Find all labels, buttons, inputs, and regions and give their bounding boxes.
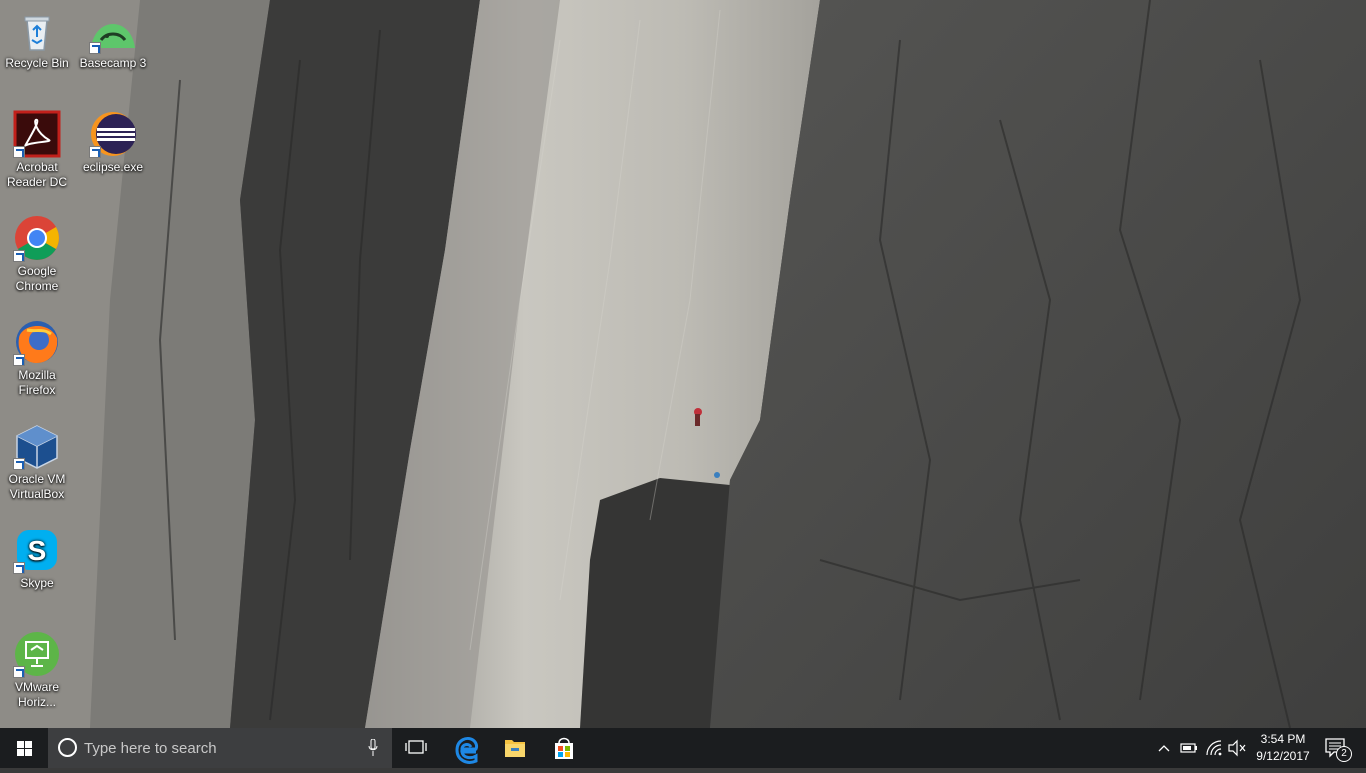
file-explorer-icon	[505, 740, 525, 757]
desktop-icon-skype[interactable]: S Skype	[0, 520, 74, 591]
desktop-icon-virtualbox[interactable]: Oracle VM VirtualBox	[0, 416, 74, 502]
shortcut-arrow-icon	[89, 42, 101, 54]
task-view-icon	[405, 740, 427, 754]
clock-date: 9/12/2017	[1256, 749, 1310, 763]
chrome-icon	[13, 214, 61, 262]
desktop-icon-firefox[interactable]: Mozilla Firefox	[0, 312, 74, 398]
desktop-icon-label: Recycle Bin	[5, 56, 69, 70]
volume-button[interactable]	[1226, 728, 1248, 768]
cortana-icon	[58, 738, 77, 757]
desktop-wallpaper	[0, 0, 1366, 728]
store-button[interactable]	[540, 728, 588, 768]
desktop-icon-chrome[interactable]: Google Chrome	[0, 208, 74, 294]
desktop-icon-acrobat[interactable]: Acrobat Reader DC	[0, 104, 74, 190]
task-view-button[interactable]	[392, 728, 440, 768]
battery-button[interactable]	[1178, 728, 1200, 768]
shortcut-arrow-icon	[13, 562, 25, 574]
shortcut-arrow-icon	[13, 458, 25, 470]
network-button[interactable]	[1203, 728, 1225, 768]
windows-logo-icon	[17, 741, 33, 756]
basecamp-icon	[89, 6, 137, 54]
vmware-horizon-icon	[13, 630, 61, 678]
battery-icon	[1180, 743, 1197, 753]
virtualbox-icon	[13, 422, 61, 470]
store-icon	[555, 737, 573, 759]
clock[interactable]: 3:54 PM 9/12/2017	[1250, 728, 1316, 768]
firefox-icon	[13, 318, 61, 366]
skype-icon: S	[13, 526, 61, 574]
taskbar: Type here to search 3:54 PM 9/12/2017 2	[0, 728, 1366, 768]
search-box[interactable]: Type here to search	[48, 728, 392, 768]
chevron-up-icon	[1158, 745, 1170, 752]
desktop-icon-recycle-bin[interactable]: Recycle Bin	[0, 0, 74, 71]
eclipse-icon	[89, 110, 137, 158]
clock-time: 3:54 PM	[1260, 732, 1306, 746]
acrobat-icon	[13, 110, 61, 158]
shortcut-arrow-icon	[13, 354, 25, 366]
recycle-bin-icon	[13, 6, 61, 54]
action-center-button[interactable]: 2	[1318, 728, 1358, 768]
desktop-icon-label: VMware Horiz...	[14, 680, 59, 709]
desktop-icon-label: eclipse.exe	[82, 160, 144, 174]
search-placeholder: Type here to search	[84, 740, 217, 757]
shortcut-arrow-icon	[13, 146, 25, 158]
show-hidden-icons-button[interactable]	[1154, 728, 1174, 768]
desktop-icon-eclipse[interactable]: eclipse.exe	[76, 104, 150, 175]
desktop-icon-label: Basecamp 3	[79, 56, 147, 70]
svg-text:S: S	[28, 535, 47, 566]
desktop-icon-label: Google Chrome	[15, 264, 59, 293]
shortcut-arrow-icon	[13, 666, 25, 678]
notification-count-badge: 2	[1336, 746, 1352, 762]
desktop-icon-basecamp[interactable]: Basecamp 3	[76, 0, 150, 71]
desktop-icon-vmware-horizon[interactable]: VMware Horiz...	[0, 624, 74, 710]
microphone-icon[interactable]	[368, 739, 378, 757]
shortcut-arrow-icon	[89, 146, 101, 158]
edge-button[interactable]	[443, 728, 491, 768]
start-button[interactable]	[0, 728, 48, 768]
desktop-icon-label: Skype	[20, 576, 54, 590]
file-explorer-button[interactable]	[491, 728, 539, 768]
desktop-icon-label: Mozilla Firefox	[18, 368, 56, 397]
edge-icon	[455, 736, 479, 764]
desktop-icon-label: Acrobat Reader DC	[6, 160, 68, 189]
desktop-icon-label: Oracle VM VirtualBox	[8, 472, 66, 501]
wifi-icon	[1206, 740, 1222, 756]
volume-muted-icon	[1228, 739, 1246, 757]
shortcut-arrow-icon	[13, 250, 25, 262]
